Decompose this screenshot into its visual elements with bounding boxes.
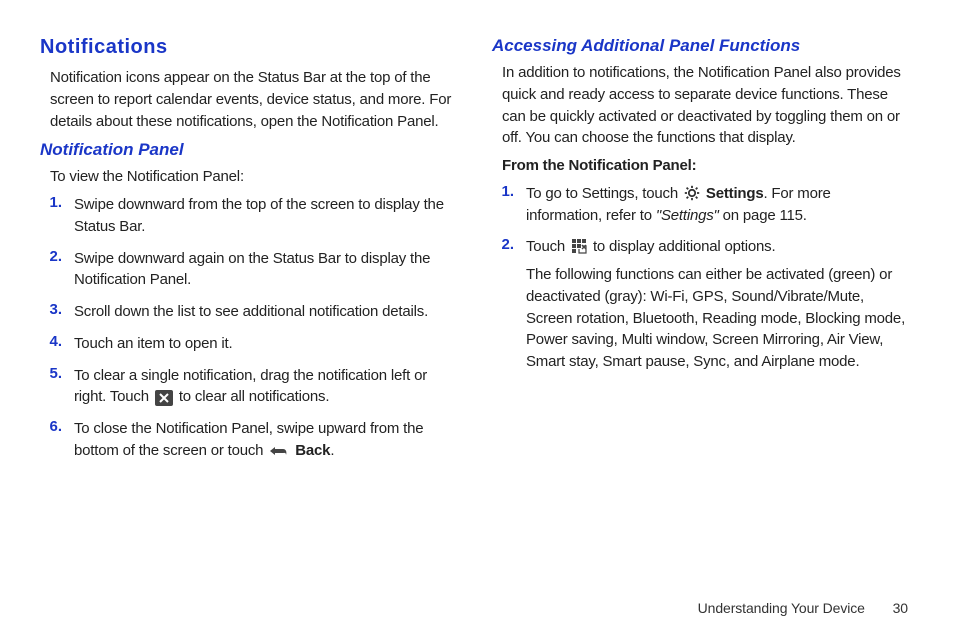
notification-panel-lead: To view the Notification Panel:: [50, 166, 456, 188]
step-number: 3.: [40, 301, 62, 323]
manual-page: Notifications Notification icons appear …: [0, 0, 954, 636]
step-text-post: to clear all notifications.: [179, 388, 330, 405]
step-text: Swipe downward again on the Status Bar t…: [74, 248, 456, 292]
subheading-notification-panel: Notification Panel: [40, 140, 456, 160]
subheading-additional-panel: Accessing Additional Panel Functions: [492, 36, 908, 56]
step-number: 4.: [40, 333, 62, 355]
step-number: 2.: [492, 236, 514, 379]
list-item: 2. Touch: [492, 236, 908, 379]
step-text: Scroll down the list to see additional n…: [74, 301, 456, 323]
step-number: 5.: [40, 365, 62, 409]
step-text-pre: To go to Settings, touch: [526, 185, 682, 202]
page-footer: Understanding Your Device 30: [40, 586, 908, 616]
step-number: 2.: [40, 248, 62, 292]
step-text-tail: on page 115.: [719, 207, 807, 224]
step-text-pre: To close the Notification Panel, swipe u…: [74, 420, 423, 459]
step-number: 1.: [40, 194, 62, 238]
list-item: 2. Swipe downward again on the Status Ba…: [40, 248, 456, 292]
right-column: Accessing Additional Panel Functions In …: [492, 34, 908, 586]
step-text: Swipe downward from the top of the scree…: [74, 194, 456, 238]
list-item: 6. To close the Notification Panel, swip…: [40, 418, 456, 462]
back-label: Back: [295, 442, 330, 459]
settings-reference: "Settings": [656, 207, 719, 224]
notifications-intro: Notification icons appear on the Status …: [50, 67, 456, 132]
notification-panel-steps: 1. Swipe downward from the top of the sc…: [40, 194, 456, 462]
list-item: 4. Touch an item to open it.: [40, 333, 456, 355]
clear-all-icon: [155, 390, 173, 406]
additional-panel-steps: 1. To go to Settings, touch: [492, 183, 908, 379]
step-text: To clear a single notification, drag the…: [74, 365, 456, 409]
functions-list-paragraph: The following functions can either be ac…: [526, 264, 908, 373]
step-text: Touch: [526, 236, 908, 379]
two-column-layout: Notifications Notification icons appear …: [40, 34, 908, 586]
gear-icon: [684, 185, 700, 201]
step-text: Touch an item to open it.: [74, 333, 456, 355]
additional-panel-intro: In addition to notifications, the Notifi…: [502, 62, 908, 149]
list-item: 1. Swipe downward from the top of the sc…: [40, 194, 456, 238]
step-text-pre: Touch: [526, 238, 569, 255]
section-heading-notifications: Notifications: [40, 36, 456, 59]
page-number: 30: [893, 600, 908, 616]
from-notification-panel-lead: From the Notification Panel:: [502, 155, 908, 177]
list-item: 5. To clear a single notification, drag …: [40, 365, 456, 409]
step-text: To go to Settings, touch: [526, 183, 908, 227]
step-text-post: to display additional options.: [593, 238, 775, 255]
list-item: 3. Scroll down the list to see additiona…: [40, 301, 456, 323]
expand-grid-icon: [571, 238, 587, 254]
step-text-tail: .: [330, 442, 334, 459]
settings-label: Settings: [706, 185, 764, 202]
step-text: To close the Notification Panel, swipe u…: [74, 418, 456, 462]
list-item: 1. To go to Settings, touch: [492, 183, 908, 227]
left-column: Notifications Notification icons appear …: [40, 34, 456, 586]
step-number: 6.: [40, 418, 62, 462]
step-number: 1.: [492, 183, 514, 227]
back-icon: [269, 444, 289, 458]
footer-chapter-title: Understanding Your Device: [698, 600, 865, 616]
